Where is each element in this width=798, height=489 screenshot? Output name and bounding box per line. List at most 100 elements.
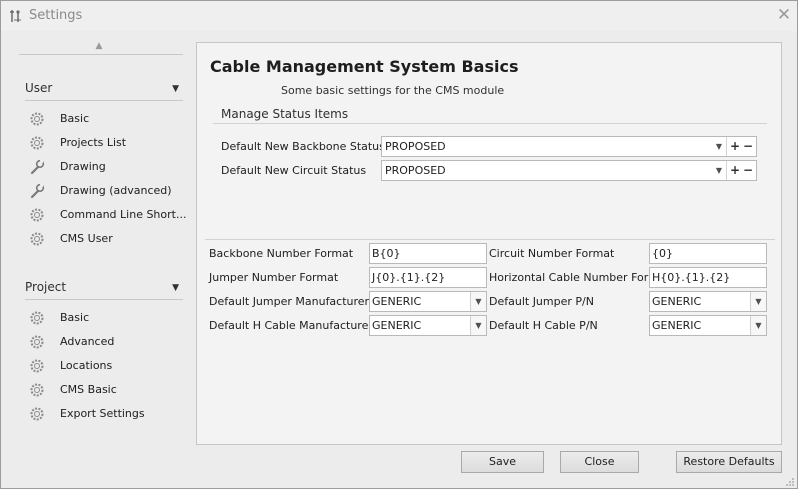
chevron-down-icon[interactable]: ▼ (470, 292, 486, 311)
remove-icon[interactable]: − (741, 137, 755, 156)
chevron-down-icon[interactable]: ▼ (750, 316, 766, 335)
wrench-icon (30, 183, 45, 199)
input-value: {0} (652, 247, 673, 260)
gear-icon (30, 112, 44, 126)
sidebar-item-user-basic[interactable]: Basic (29, 108, 189, 130)
horizontal-cable-format-input[interactable]: H{0}.{1}.{2} (649, 267, 767, 288)
add-icon[interactable]: + (728, 161, 742, 180)
settings-window: Settings ✕ ▲ User ▼ Basic Projects List … (0, 0, 798, 489)
sidebar-item-label: CMS User (60, 232, 113, 245)
sidebar-item-drawing-advanced[interactable]: Drawing (advanced) (29, 180, 189, 202)
page-title: Cable Management System Basics (210, 57, 519, 76)
input-value: H{0}.{1}.{2} (652, 271, 731, 284)
sidebar-item-projects-list[interactable]: Projects List (29, 132, 189, 154)
hcable-manufacturer-select[interactable]: GENERIC ▼ (369, 315, 487, 336)
resize-grip-icon[interactable] (785, 477, 795, 487)
select-value: GENERIC (652, 295, 702, 308)
gear-icon (30, 359, 44, 373)
sidebar-item-locations[interactable]: Locations (29, 355, 189, 377)
input-value: J{0}.{1}.{2} (372, 271, 446, 284)
hcable-manufacturer-label: Default H Cable Manufacturer (209, 319, 373, 332)
gear-icon (30, 232, 44, 246)
sidebar-item-label: Locations (60, 359, 113, 372)
circuit-format-input[interactable]: {0} (649, 243, 767, 264)
add-icon[interactable]: + (728, 137, 742, 156)
scroll-up-arrow-icon[interactable]: ▲ (93, 41, 105, 51)
sidebar-item-label: Projects List (60, 136, 127, 149)
settings-sidebar: ▲ User ▼ Basic Projects List Drawing Dra… (11, 33, 200, 479)
jumper-pn-select[interactable]: GENERIC ▼ (649, 291, 767, 312)
divider (25, 299, 183, 300)
jumper-format-input[interactable]: J{0}.{1}.{2} (369, 267, 487, 288)
group-title: Project (25, 280, 67, 294)
sidebar-item-label: Advanced (60, 335, 115, 348)
chevron-down-icon[interactable]: ▼ (470, 316, 486, 335)
jumper-format-label: Jumper Number Format (209, 271, 339, 284)
select-value: GENERIC (372, 295, 422, 308)
gear-icon (30, 335, 44, 349)
sidebar-item-label: Export Settings (60, 407, 145, 420)
circuit-format-label: Circuit Number Format (489, 247, 615, 260)
sidebar-item-cms-basic[interactable]: CMS Basic (29, 379, 189, 401)
sidebar-item-export-settings[interactable]: Export Settings (29, 403, 189, 425)
sidebar-item-label: Basic (60, 112, 90, 125)
collapse-arrow-icon[interactable]: ▼ (172, 283, 179, 293)
sidebar-item-label: CMS Basic (60, 383, 117, 396)
gear-icon (30, 136, 44, 150)
close-window-button[interactable]: ✕ (775, 6, 793, 24)
gear-icon (30, 407, 44, 421)
sidebar-item-cms-user[interactable]: CMS User (29, 228, 189, 250)
section-title: Manage Status Items (221, 107, 349, 121)
combo-value: PROPOSED (385, 140, 446, 153)
window-title: Settings (29, 8, 83, 23)
save-button[interactable]: Save (461, 451, 544, 473)
select-value: GENERIC (372, 319, 422, 332)
close-button[interactable]: Close (560, 451, 639, 473)
hcable-pn-label: Default H Cable P/N (489, 319, 598, 332)
sidebar-item-project-basic[interactable]: Basic (29, 307, 189, 329)
backbone-format-input[interactable]: B{0} (369, 243, 487, 264)
chevron-down-icon[interactable]: ▼ (712, 137, 726, 156)
page-subtitle: Some basic settings for the CMS module (281, 84, 505, 97)
sidebar-item-label: Drawing (60, 160, 106, 173)
divider (726, 137, 727, 156)
sidebar-item-command-line-shortcuts[interactable]: Command Line Short... (29, 204, 189, 226)
input-value: B{0} (372, 247, 401, 260)
title-bar: Settings ✕ (1, 1, 797, 31)
backbone-status-label: Default New Backbone Status (221, 140, 385, 153)
backbone-status-combo[interactable]: PROPOSED ▼ + − (381, 136, 757, 157)
hcable-pn-select[interactable]: GENERIC ▼ (649, 315, 767, 336)
sidebar-item-label: Command Line Short... (60, 208, 187, 221)
restore-defaults-button[interactable]: Restore Defaults (676, 451, 782, 473)
circuit-status-label: Default New Circuit Status (221, 164, 367, 177)
combo-value: PROPOSED (385, 164, 446, 177)
jumper-pn-label: Default Jumper P/N (489, 295, 594, 308)
chevron-down-icon[interactable]: ▼ (750, 292, 766, 311)
group-header-project[interactable]: Project ▼ (25, 280, 183, 300)
close-icon: ✕ (776, 5, 792, 25)
group-title: User (25, 81, 53, 95)
remove-icon[interactable]: − (741, 161, 755, 180)
app-icon (10, 10, 21, 22)
divider (25, 100, 183, 101)
divider (213, 123, 767, 124)
sidebar-item-advanced[interactable]: Advanced (29, 331, 189, 353)
horizontal-cable-format-label: Horizontal Cable Number Format (489, 271, 670, 284)
circuit-status-combo[interactable]: PROPOSED ▼ + − (381, 160, 757, 181)
gear-icon (30, 208, 44, 222)
settings-panel: Cable Management System Basics Some basi… (196, 42, 782, 445)
chevron-down-icon[interactable]: ▼ (712, 161, 726, 180)
jumper-manufacturer-select[interactable]: GENERIC ▼ (369, 291, 487, 312)
divider (19, 54, 183, 55)
gear-icon (30, 311, 44, 325)
divider (726, 161, 727, 180)
gear-icon (30, 383, 44, 397)
select-value: GENERIC (652, 319, 702, 332)
collapse-arrow-icon[interactable]: ▼ (172, 84, 179, 94)
divider (205, 239, 775, 240)
jumper-manufacturer-label: Default Jumper Manufacturer (209, 295, 370, 308)
wrench-icon (30, 159, 45, 175)
sidebar-item-drawing[interactable]: Drawing (29, 156, 189, 178)
group-header-user[interactable]: User ▼ (25, 81, 183, 101)
sidebar-item-label: Drawing (advanced) (60, 184, 172, 197)
